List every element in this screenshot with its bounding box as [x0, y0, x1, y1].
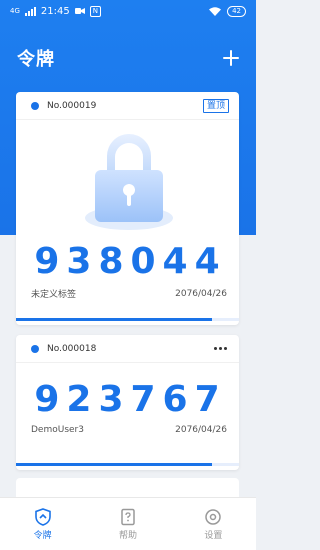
battery-indicator: 42: [227, 5, 246, 17]
token-dot-icon: [31, 101, 39, 110]
tab-help[interactable]: 帮助: [85, 498, 170, 550]
app-header: 令牌: [0, 40, 256, 76]
lock-icon: [85, 134, 173, 230]
token-number: No.000019: [47, 100, 97, 111]
token-label: 未定义标签: [31, 290, 77, 300]
token-progress-bar: [16, 463, 239, 466]
shield-icon: [34, 507, 51, 526]
token-card-header: No.000019 置顶: [16, 92, 239, 120]
page-title: 令牌: [17, 49, 55, 70]
token-card-header: No.000018: [16, 335, 239, 363]
token-progress-fill: [16, 318, 213, 321]
tab-label: 令牌: [33, 530, 52, 541]
bottom-tab-bar: 令牌 帮助 设置: [0, 497, 256, 550]
more-options-button[interactable]: [212, 343, 229, 354]
pin-button[interactable]: 置顶: [202, 98, 229, 113]
token-card[interactable]: No.000018 923767 DemoUser3 2076/04/26: [16, 335, 239, 470]
tab-tokens[interactable]: 令牌: [0, 498, 85, 550]
status-bar: 4G 21:45 N 42: [0, 0, 256, 22]
help-book-icon: [121, 508, 135, 525]
add-token-button[interactable]: [220, 47, 242, 69]
lock-illustration: [16, 120, 239, 238]
token-number: No.000018: [47, 343, 97, 354]
tab-label: 设置: [204, 530, 223, 541]
token-card[interactable]: No.000019 置顶 938044 未定义标签 2076/04/26: [16, 92, 239, 325]
token-label: DemoUser3: [31, 425, 84, 435]
token-dot-icon: [31, 344, 39, 353]
notification-icon: N: [89, 5, 101, 17]
signal-icon: [24, 6, 36, 16]
tab-label: 帮助: [118, 530, 137, 541]
network-indicator: 4G: [10, 7, 20, 15]
video-icon: [74, 8, 85, 14]
settings-icon: [205, 508, 222, 525]
token-progress-fill: [16, 463, 213, 466]
tab-settings[interactable]: 设置: [171, 498, 256, 550]
status-time: 21:45: [40, 5, 70, 17]
token-code: 923767: [34, 379, 227, 420]
token-code: 938044: [34, 241, 227, 282]
wifi-icon: [209, 6, 222, 16]
token-progress-bar: [16, 318, 239, 321]
token-date: 2076/04/26: [175, 288, 227, 299]
token-date: 2076/04/26: [175, 425, 227, 435]
